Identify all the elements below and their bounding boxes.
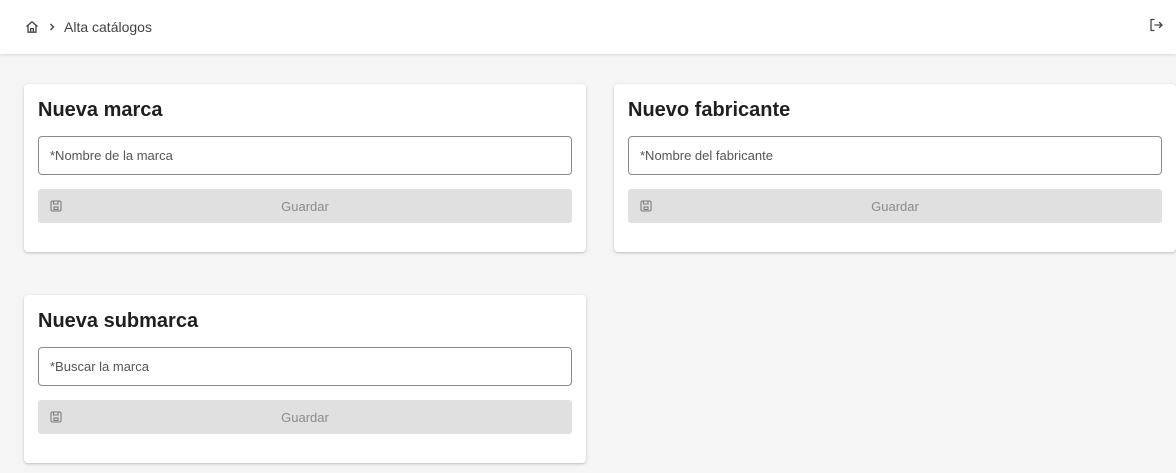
save-subbrand-button[interactable]: Guardar — [38, 400, 572, 434]
save-button-label: Guardar — [281, 409, 329, 425]
brand-search-input[interactable] — [50, 359, 560, 374]
brand-name-field[interactable] — [38, 136, 572, 175]
logout-icon[interactable] — [1148, 17, 1164, 38]
save-icon — [640, 200, 652, 212]
brand-search-field[interactable] — [38, 347, 572, 386]
logout-button[interactable] — [1148, 17, 1164, 38]
breadcrumb: Alta catálogos — [24, 19, 152, 35]
save-button-label: Guardar — [871, 198, 919, 214]
brand-name-input[interactable] — [50, 148, 560, 163]
chevron-right-icon — [46, 21, 58, 33]
manufacturer-name-field[interactable] — [628, 136, 1162, 175]
save-brand-button[interactable]: Guardar — [38, 189, 572, 223]
top-bar: Alta catálogos — [0, 0, 1176, 54]
card-title: Nueva submarca — [38, 310, 199, 332]
home-icon[interactable] — [24, 19, 40, 35]
card-nueva-submarca: Nueva submarca Guardar — [24, 295, 586, 463]
card-title: Nueva marca — [38, 99, 163, 121]
manufacturer-name-input[interactable] — [640, 148, 1150, 163]
card-title: Nuevo fabricante — [628, 99, 791, 121]
save-icon — [50, 200, 62, 212]
breadcrumb-current: Alta catálogos — [64, 19, 152, 35]
save-button-label: Guardar — [281, 198, 329, 214]
card-nueva-marca: Nueva marca Guardar — [24, 84, 586, 252]
card-nuevo-fabricante: Nuevo fabricante Guardar — [614, 84, 1176, 252]
save-manufacturer-button[interactable]: Guardar — [628, 189, 1162, 223]
save-icon — [50, 411, 62, 423]
